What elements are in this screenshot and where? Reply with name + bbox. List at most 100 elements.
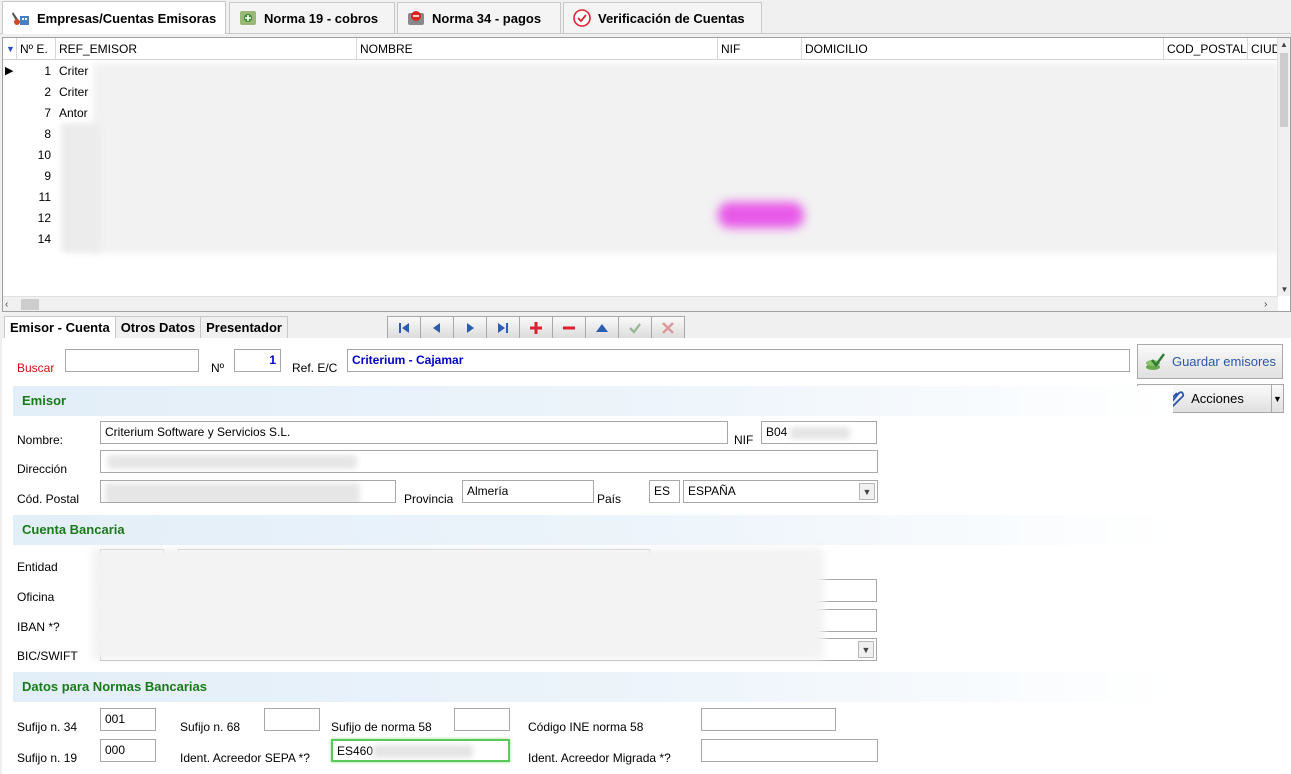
next-icon: [467, 322, 474, 333]
redacted-data: [105, 483, 360, 502]
redacted-data: [93, 63, 1278, 253]
sufijo58-field[interactable]: [454, 708, 510, 731]
sort-indicator-icon[interactable]: ▼: [3, 38, 17, 60]
col-ciudad[interactable]: CIUD: [1248, 38, 1278, 60]
row-num: 7: [44, 106, 51, 120]
record-navigator: [387, 316, 685, 339]
last-icon: [498, 322, 508, 333]
chevron-down-icon[interactable]: ▼: [859, 483, 875, 500]
num-field[interactable]: 1: [234, 349, 281, 372]
tab-empresas[interactable]: Empresas/Cuentas Emisoras: [2, 1, 226, 34]
section-emisor: Emisor: [13, 386, 1173, 416]
redacted-data: [373, 745, 473, 758]
scroll-right-icon[interactable]: ›: [1264, 297, 1276, 311]
row-num: 12: [37, 211, 51, 225]
acciones-dropdown-icon[interactable]: ▼: [1271, 384, 1284, 413]
cancel-record-button[interactable]: [651, 316, 685, 339]
section-normas: Datos para Normas Bancarias: [13, 672, 1173, 702]
nombre-field[interactable]: Criterium Software y Servicios S.L.: [100, 421, 728, 444]
ref-field[interactable]: Criterium - Cajamar: [347, 349, 1130, 372]
pais-code-field[interactable]: ES: [649, 480, 680, 503]
sepa-field[interactable]: ES460: [331, 739, 510, 762]
minus-icon: [563, 326, 575, 329]
company-icon: [11, 8, 31, 28]
cross-icon: [662, 321, 674, 334]
row-num: 8: [44, 127, 51, 141]
scroll-down-icon[interactable]: ▼: [1278, 283, 1290, 296]
tab-norma34[interactable]: Norma 34 - pagos: [397, 2, 561, 33]
row-num: 1: [44, 64, 51, 78]
post-record-button[interactable]: [618, 316, 652, 339]
sepa-value: ES460: [337, 744, 374, 758]
sufijo34-field[interactable]: 001: [100, 708, 156, 731]
search-input[interactable]: [65, 349, 199, 372]
tab-presentador[interactable]: Presentador: [200, 316, 288, 338]
row-num: 11: [38, 190, 51, 204]
redacted-data: [790, 427, 850, 439]
scroll-left-icon[interactable]: ‹: [5, 297, 17, 311]
pais-label: País: [597, 492, 622, 506]
provincia-field[interactable]: Almería: [462, 480, 594, 503]
direccion-label: Dirección: [17, 462, 68, 476]
sufijo58-label: Sufijo de norma 58: [331, 720, 432, 734]
sufijo68-label: Sufijo n. 68: [180, 720, 241, 734]
row-num: 10: [37, 148, 51, 162]
prior-icon: [433, 322, 440, 333]
prior-record-button[interactable]: [420, 316, 454, 339]
num-label: Nº: [211, 361, 225, 375]
tab-label: Verificación de Cuentas: [598, 10, 745, 26]
nif-field[interactable]: B04: [761, 421, 877, 444]
collect-icon: [238, 8, 258, 28]
nif-label: NIF: [734, 433, 754, 447]
edit-record-button[interactable]: [585, 316, 619, 339]
pais-select[interactable]: ESPAÑA ▼: [683, 480, 878, 503]
tab-otros-datos[interactable]: Otros Datos: [114, 316, 202, 338]
entidad-label: Entidad: [17, 560, 58, 574]
grid-header: ▼ Nº E. REF_EMISOR NOMBRE NIF DOMICILIO …: [3, 38, 1278, 60]
col-nombre[interactable]: NOMBRE: [357, 38, 718, 60]
tab-verificacion[interactable]: Verificación de Cuentas: [563, 2, 762, 33]
col-num[interactable]: Nº E.: [17, 38, 56, 60]
scroll-thumb[interactable]: [1280, 53, 1288, 127]
bic-label: BIC/SWIFT: [17, 649, 78, 663]
nif-value: B04: [766, 425, 788, 439]
ref-label: Ref. E/C: [292, 361, 338, 375]
col-ref-emisor[interactable]: REF_EMISOR: [56, 38, 357, 60]
insert-record-button[interactable]: [519, 316, 553, 339]
scroll-up-icon[interactable]: ▲: [1278, 38, 1290, 51]
migrada-field[interactable]: [701, 739, 878, 762]
tab-label: Empresas/Cuentas Emisoras: [37, 10, 217, 26]
horizontal-scrollbar[interactable]: ‹ ›: [3, 296, 1278, 311]
next-record-button[interactable]: [453, 316, 487, 339]
section-cuenta: Cuenta Bancaria: [13, 515, 1173, 545]
plus-icon: [530, 321, 542, 334]
direccion-field[interactable]: [100, 450, 878, 473]
save-label: Guardar emisores: [1171, 354, 1277, 369]
col-domicilio[interactable]: DOMICILIO: [802, 38, 1164, 60]
tab-label: Norma 19 - cobros: [264, 10, 379, 26]
row-num: 9: [44, 169, 51, 183]
iban-label: IBAN *?: [17, 620, 60, 634]
tab-emisor-cuenta[interactable]: Emisor - Cuenta: [4, 316, 116, 338]
vertical-scrollbar[interactable]: ▲ ▼: [1277, 38, 1290, 296]
emisores-grid[interactable]: ▼ Nº E. REF_EMISOR NOMBRE NIF DOMICILIO …: [2, 37, 1291, 312]
nombre-label: Nombre:: [17, 433, 64, 447]
scroll-thumb[interactable]: [21, 299, 39, 310]
col-nif[interactable]: NIF: [718, 38, 802, 60]
redacted-highlight: [718, 202, 804, 228]
migrada-label: Ident. Acreedor Migrada *?: [528, 751, 671, 765]
buscar-label: Buscar: [17, 361, 55, 375]
tab-norma19[interactable]: Norma 19 - cobros: [229, 2, 395, 33]
pais-value: ESPAÑA: [688, 484, 736, 498]
col-cod-postal[interactable]: COD_POSTAL: [1164, 38, 1248, 60]
first-record-button[interactable]: [387, 316, 421, 339]
last-record-button[interactable]: [486, 316, 520, 339]
cp-ciudad-field[interactable]: [100, 480, 396, 503]
save-emisores-button[interactable]: Guardar emisores: [1137, 344, 1283, 379]
delete-record-button[interactable]: [552, 316, 586, 339]
chevron-down-icon[interactable]: ▼: [858, 641, 874, 658]
sufijo19-field[interactable]: 000: [100, 739, 156, 762]
up-triangle-icon: [596, 323, 608, 332]
ine58-field[interactable]: [701, 708, 836, 731]
sufijo68-field[interactable]: [264, 708, 320, 731]
